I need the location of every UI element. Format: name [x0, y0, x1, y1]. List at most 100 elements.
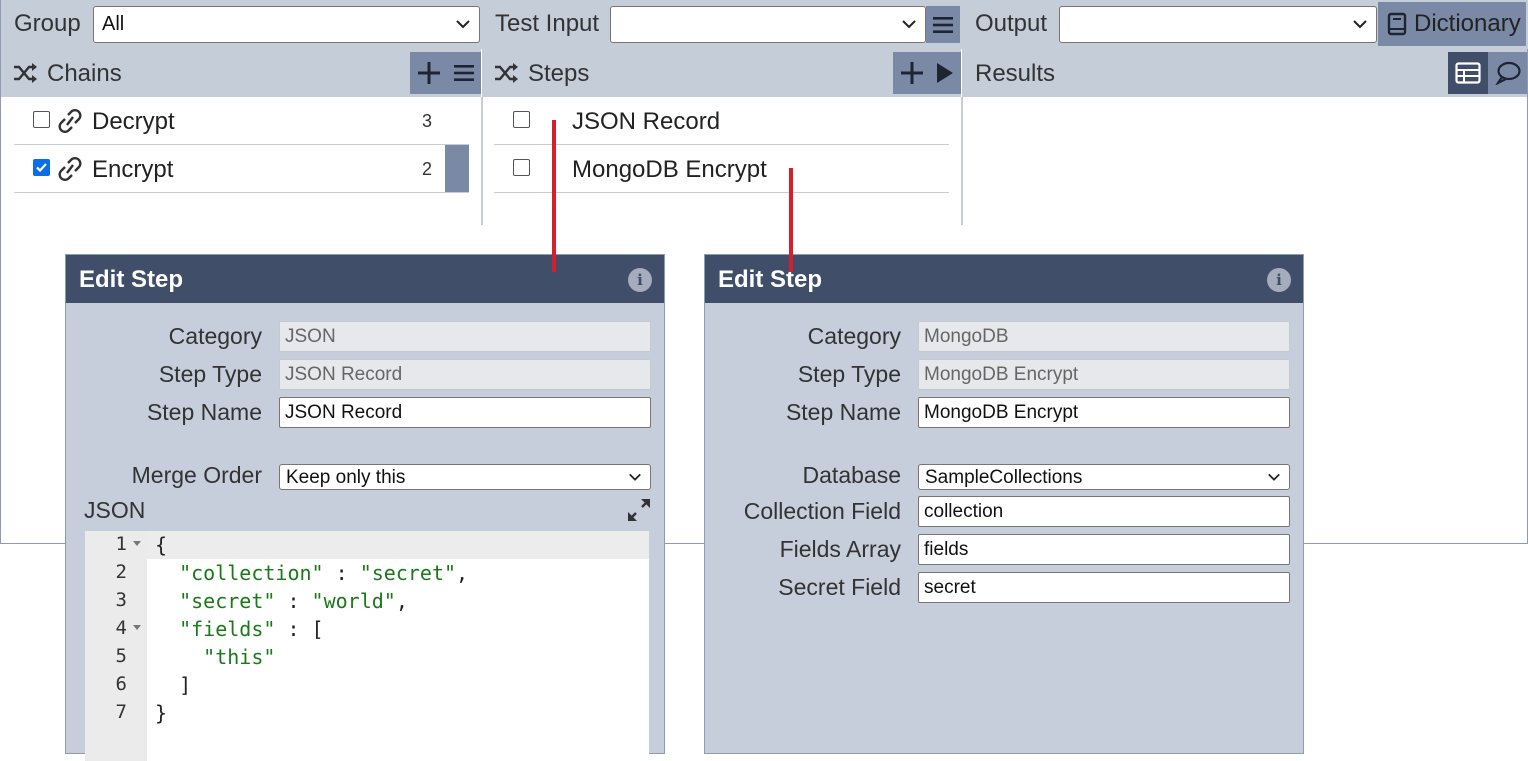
- step-label: JSON Record: [572, 108, 721, 135]
- dictionary-button[interactable]: Dictionary: [1378, 2, 1526, 46]
- selected-indicator: [445, 145, 469, 192]
- step-type-label: Step Type: [158, 361, 262, 387]
- json-label: JSON: [84, 497, 146, 523]
- edit-step-panel-json: Edit Step i Category JSON Step Type JSON…: [65, 254, 665, 761]
- database-value: SampleCollections: [925, 467, 1083, 488]
- link-icon: [58, 109, 82, 133]
- line-number: 6: [115, 673, 127, 695]
- category-field: JSON: [279, 321, 651, 352]
- chain-label: Encrypt: [92, 156, 174, 183]
- chain-checkbox-checked[interactable]: [33, 159, 50, 176]
- merge-order-value: Keep only this: [286, 467, 406, 488]
- json-code-editor[interactable]: 1 2 3 4 5 6 7 { "collection" : "secret",…: [85, 531, 649, 761]
- line-number: 1: [85, 531, 147, 559]
- step-name-label: Step Name: [146, 399, 262, 425]
- code-line: "collection" : "secret",: [179, 561, 469, 585]
- shuffle-icon: [495, 63, 518, 83]
- fields-array-input[interactable]: fields: [918, 534, 1290, 565]
- step-type-field: JSON Record: [279, 359, 651, 390]
- step-type-label: Step Type: [797, 361, 901, 387]
- chains-actions: [410, 52, 481, 94]
- chevron-down-icon: [1268, 473, 1280, 481]
- panel-title: Edit Step: [718, 266, 823, 293]
- code-line: }: [155, 701, 168, 725]
- code-line: ]: [179, 673, 192, 697]
- steps-header: Steps: [482, 49, 961, 97]
- connector-line-mongodb: [789, 168, 793, 272]
- category-label: Category: [807, 323, 901, 349]
- table-view-button[interactable]: [1448, 52, 1488, 94]
- secret-field-input[interactable]: secret: [918, 572, 1290, 603]
- line-number: 4: [85, 615, 147, 643]
- hamburger-icon: [933, 16, 953, 33]
- step-type-field: MongoDB Encrypt: [918, 359, 1290, 390]
- info-icon[interactable]: i: [1267, 268, 1291, 292]
- comment-view-button[interactable]: [1488, 52, 1527, 94]
- column-divider: [961, 97, 963, 225]
- step-name-input[interactable]: MongoDB Encrypt: [918, 397, 1290, 428]
- chain-item-encrypt[interactable]: Encrypt 2: [14, 145, 469, 193]
- speech-bubble-icon: [1494, 61, 1521, 85]
- step-item-json-record[interactable]: JSON Record: [494, 97, 949, 145]
- expand-icon[interactable]: [626, 497, 652, 523]
- line-number: 5: [115, 645, 127, 667]
- group-label: Group: [14, 10, 81, 37]
- connector-line-json: [552, 120, 556, 272]
- hamburger-icon[interactable]: [453, 63, 475, 83]
- panel-title: Edit Step: [79, 266, 184, 293]
- merge-order-select[interactable]: Keep only this: [279, 464, 651, 490]
- group-select-value: All: [102, 13, 125, 35]
- step-name-label: Step Name: [785, 399, 901, 425]
- code-line: "this": [203, 645, 276, 669]
- database-select[interactable]: SampleCollections: [918, 464, 1290, 490]
- fold-arrow-icon[interactable]: [133, 625, 141, 630]
- test-input-label: Test Input: [495, 10, 600, 37]
- output-label: Output: [975, 10, 1048, 37]
- category-label: Category: [168, 323, 262, 349]
- chain-step-count: 2: [422, 159, 433, 179]
- steps-title: Steps: [528, 60, 590, 87]
- step-item-mongodb-encrypt[interactable]: MongoDB Encrypt: [494, 145, 949, 193]
- chevron-down-icon: [1353, 20, 1367, 29]
- step-checkbox[interactable]: [513, 111, 530, 128]
- fold-arrow-icon[interactable]: [133, 541, 141, 546]
- test-input-select[interactable]: [610, 6, 926, 43]
- fields-array-label: Fields Array: [779, 536, 901, 562]
- merge-order-label: Merge Order: [131, 462, 262, 488]
- plus-icon[interactable]: [417, 61, 441, 85]
- link-icon: [58, 157, 82, 181]
- check-icon: [36, 163, 47, 173]
- play-icon[interactable]: [934, 62, 954, 84]
- chains-title: Chains: [47, 60, 122, 87]
- info-icon[interactable]: i: [628, 268, 652, 292]
- shuffle-icon: [14, 63, 37, 83]
- edit-step-panel-mongodb: Edit Step i Category MongoDB Step Type M…: [704, 254, 1304, 754]
- category-field: MongoDB: [918, 321, 1290, 352]
- chevron-down-icon: [902, 20, 916, 29]
- results-header: Results: [962, 49, 1527, 97]
- database-label: Database: [802, 462, 901, 488]
- chain-item-decrypt[interactable]: Decrypt 3: [14, 97, 469, 145]
- chains-header: Chains: [1, 49, 481, 97]
- steps-actions: [893, 52, 961, 94]
- line-number: 2: [115, 561, 127, 583]
- collection-field-label: Collection Field: [743, 498, 901, 524]
- secret-field-label: Secret Field: [778, 574, 901, 600]
- step-checkbox[interactable]: [513, 159, 530, 176]
- group-select[interactable]: All: [93, 6, 480, 43]
- chain-step-count: 3: [422, 111, 433, 131]
- chevron-down-icon: [456, 20, 470, 29]
- table-icon: [1455, 62, 1481, 84]
- top-toolbar: Group All Test Input Output Dictionary: [1, 0, 1528, 49]
- line-number: 7: [115, 701, 127, 723]
- step-label: MongoDB Encrypt: [572, 156, 767, 183]
- code-line: "secret" : "world",: [179, 589, 408, 613]
- chain-checkbox[interactable]: [33, 111, 50, 128]
- output-select[interactable]: [1059, 6, 1377, 43]
- panel-header: Edit Step i: [66, 255, 664, 303]
- test-input-menu-button[interactable]: [926, 6, 960, 43]
- plus-icon[interactable]: [900, 61, 924, 85]
- step-name-input[interactable]: JSON Record: [279, 397, 651, 428]
- code-line: "fields" : [: [179, 617, 324, 641]
- collection-field-input[interactable]: collection: [918, 496, 1290, 527]
